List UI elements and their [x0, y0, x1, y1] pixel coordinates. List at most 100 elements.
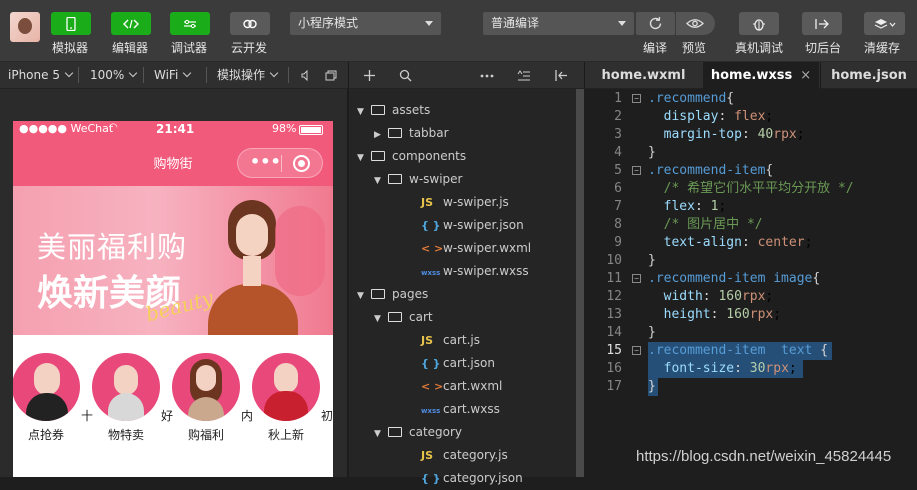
- bug-icon: [753, 18, 765, 31]
- volume-icon[interactable]: [301, 70, 311, 81]
- fold-toggle-icon[interactable]: −: [632, 346, 641, 355]
- code-line[interactable]: 12 width: 160rpx;: [584, 288, 917, 306]
- tree-file[interactable]: { } category.json: [391, 467, 523, 490]
- chevron-down-icon[interactable]: ▼: [374, 308, 384, 331]
- chevron-down-icon[interactable]: ▼: [357, 147, 367, 170]
- divider: [78, 67, 79, 83]
- more-dots-icon[interactable]: •••: [250, 152, 281, 171]
- code-line[interactable]: 7 flex: 1;: [584, 198, 917, 216]
- background-button[interactable]: [802, 12, 842, 35]
- search-icon[interactable]: [399, 69, 412, 82]
- tree-file[interactable]: JS category.js: [391, 444, 508, 467]
- tree-item-label: cart.wxml: [443, 379, 503, 393]
- code-line[interactable]: 9 text-align: center;: [584, 234, 917, 252]
- chevron-down-icon: [129, 68, 138, 78]
- recommend-item[interactable]: 点抢券: [13, 353, 81, 443]
- folder-icon: [371, 151, 385, 161]
- code-line[interactable]: 10}: [584, 252, 917, 270]
- code-text: /* 希望它们水平平均分开放 */: [648, 181, 854, 196]
- device-select[interactable]: iPhone 5: [8, 62, 74, 88]
- add-icon[interactable]: [363, 69, 376, 82]
- tab-home-wxss[interactable]: home.wxss ×: [703, 62, 819, 89]
- chevron-down-icon[interactable]: ▼: [357, 101, 367, 124]
- capsule-menu[interactable]: •••: [237, 148, 323, 178]
- line-number: 6: [614, 181, 622, 196]
- tab-home-json[interactable]: home.json: [820, 62, 917, 89]
- recommend-item[interactable]: 物特卖: [91, 353, 161, 443]
- scrollbar-thumb[interactable]: [576, 89, 584, 477]
- recommend-item[interactable]: 购福利: [171, 353, 241, 443]
- close-icon[interactable]: ×: [800, 68, 811, 83]
- collapse-panel-icon[interactable]: [554, 69, 568, 82]
- code-line[interactable]: 6 /* 希望它们水平平均分开放 */: [584, 180, 917, 198]
- tree-folder[interactable]: ▼ pages: [357, 283, 428, 306]
- chevron-down-icon: [183, 68, 192, 78]
- simulator-button[interactable]: [51, 12, 91, 35]
- tree-file[interactable]: JS cart.js: [391, 329, 480, 352]
- remote-debug-button[interactable]: [739, 12, 779, 35]
- tree-folder[interactable]: ▼ category: [374, 421, 462, 444]
- tree-folder[interactable]: ▼ cart: [374, 306, 433, 329]
- user-avatar[interactable]: [10, 12, 40, 42]
- tab-home-wxml[interactable]: home.wxml: [585, 62, 702, 89]
- code-line[interactable]: 1 − .recommend{: [584, 90, 917, 108]
- zoom-select[interactable]: 100%: [90, 62, 138, 88]
- tree-folder[interactable]: ▼ components: [357, 145, 466, 168]
- code-line[interactable]: 8 /* 图片居中 */: [584, 216, 917, 234]
- mode-select[interactable]: 小程序模式: [290, 12, 441, 35]
- clear-cache-label: 清缓存: [864, 41, 901, 55]
- tree-file[interactable]: wxss w-swiper.wxss: [391, 260, 529, 283]
- battery-text: 98%: [272, 122, 297, 135]
- code-line[interactable]: 3 margin-top: 40rpx;: [584, 126, 917, 144]
- compile-button[interactable]: [636, 12, 675, 35]
- chevron-down-icon[interactable]: ▼: [357, 285, 367, 308]
- code-line[interactable]: 13 height: 160rpx;: [584, 306, 917, 324]
- recommend-overflow-text: 初: [321, 409, 333, 423]
- simulate-select[interactable]: 模拟操作: [217, 62, 279, 88]
- tree-folder[interactable]: ▼ assets: [357, 99, 430, 122]
- code-line[interactable]: 14}: [584, 324, 917, 342]
- code-line[interactable]: 16 font-size: 30rpx;: [584, 360, 917, 378]
- tree-folder[interactable]: ▶ tabbar: [374, 122, 449, 145]
- tree-item-label: category: [409, 425, 463, 439]
- swiper-banner[interactable]: 美丽福利购 焕新美颜 beauty: [13, 186, 333, 335]
- code-line[interactable]: 11 − .recommend-item image{: [584, 270, 917, 288]
- network-select[interactable]: WiFi: [154, 62, 192, 88]
- layers-icon: [874, 18, 895, 29]
- tree-file[interactable]: wxss cart.wxss: [391, 398, 500, 421]
- line-number: 13: [606, 307, 622, 322]
- code-line[interactable]: 4}: [584, 144, 917, 162]
- compile-select[interactable]: 普通编译: [483, 12, 634, 35]
- recommend-item[interactable]: 秋上新: [251, 353, 321, 443]
- more-icon[interactable]: [480, 74, 494, 78]
- chevron-right-icon[interactable]: ▶: [374, 124, 384, 147]
- debugger-button[interactable]: [170, 12, 210, 35]
- time-text: 21:41: [156, 122, 195, 136]
- tree-file[interactable]: { } w-swiper.json: [391, 214, 524, 237]
- tree-file[interactable]: < >cart.wxml: [391, 375, 502, 398]
- code-line[interactable]: 5 − .recommend-item{: [584, 162, 917, 180]
- code-line[interactable]: 17}: [584, 378, 917, 396]
- tree-item-label: cart: [409, 310, 433, 324]
- sort-icon[interactable]: [517, 70, 531, 81]
- preview-button[interactable]: [676, 12, 715, 35]
- fold-toggle-icon[interactable]: −: [632, 94, 641, 103]
- tree-file[interactable]: < >w-swiper.wxml: [391, 237, 531, 260]
- code-line[interactable]: 2 display: flex;: [584, 108, 917, 126]
- clear-cache-button[interactable]: [864, 12, 905, 35]
- chevron-down-icon[interactable]: ▼: [374, 423, 384, 446]
- line-number: 12: [606, 289, 622, 304]
- fold-toggle-icon[interactable]: −: [632, 274, 641, 283]
- close-circle-icon[interactable]: [293, 155, 310, 172]
- code-editor[interactable]: 1− .recommend{2 display: flex; 3 margin-to…: [584, 89, 917, 477]
- tree-file[interactable]: JS w-swiper.js: [391, 191, 509, 214]
- cloud-dev-button[interactable]: [230, 12, 270, 35]
- tree-file[interactable]: { } cart.json: [391, 352, 495, 375]
- window-icon[interactable]: [325, 70, 337, 81]
- code-line[interactable]: 15 − .recommend-item text {: [584, 342, 917, 360]
- fold-toggle-icon[interactable]: −: [632, 166, 641, 175]
- editor-button[interactable]: [111, 12, 151, 35]
- chevron-down-icon[interactable]: ▼: [374, 170, 384, 193]
- panel-scrollbar[interactable]: [576, 89, 584, 477]
- tree-folder[interactable]: ▼ w-swiper: [374, 168, 462, 191]
